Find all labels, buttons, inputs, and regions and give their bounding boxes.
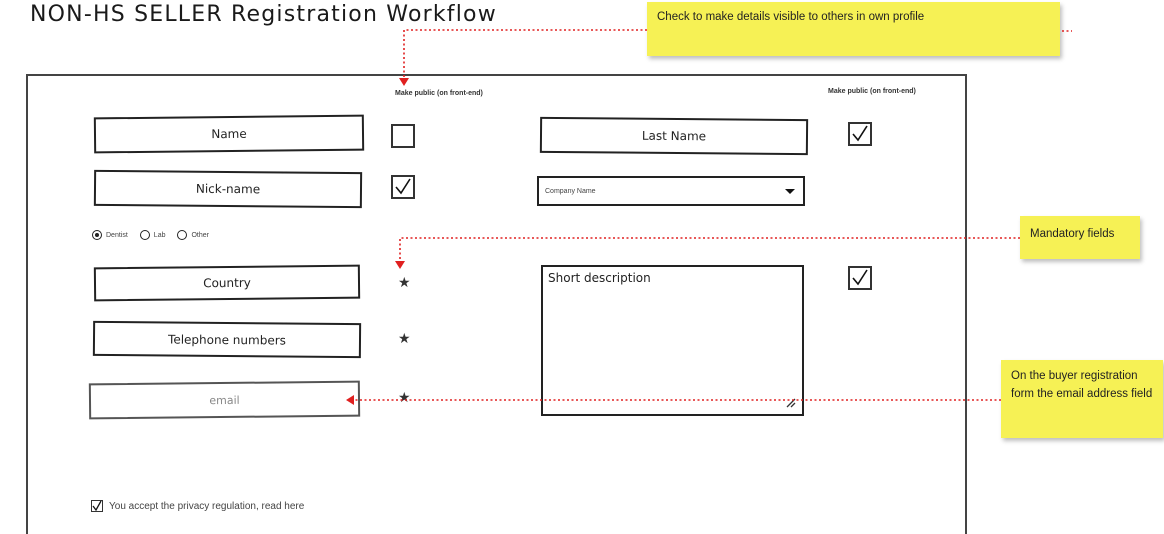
role-option-label: Lab [153, 231, 166, 239]
last-name-public-checkbox[interactable] [848, 122, 872, 146]
checkmark-icon [852, 125, 868, 142]
page-title: NON-HS SELLER Registration Workflow [30, 2, 497, 27]
company-name-select-value: Company Name [545, 187, 596, 195]
checkmark-icon [395, 178, 411, 195]
role-option-label: Other [191, 231, 209, 239]
role-radio-group: Dentist Lab Other [92, 230, 209, 240]
role-option-dentist[interactable]: Dentist [92, 230, 128, 240]
name-public-checkbox[interactable] [391, 124, 415, 148]
description-public-checkbox[interactable] [848, 266, 872, 290]
make-public-header-left: Make public (on front-end) [395, 90, 483, 97]
role-option-other[interactable]: Other [177, 230, 209, 240]
note-make-public: Check to make details visible to others … [647, 2, 1060, 56]
name-field[interactable]: Name [93, 114, 365, 154]
email-field[interactable]: email [88, 380, 361, 420]
short-description-placeholder: Short description [548, 271, 651, 285]
privacy-checkbox[interactable] [91, 500, 103, 512]
country-field[interactable]: Country [93, 264, 361, 302]
last-name-field[interactable]: Last Name [539, 116, 809, 156]
company-name-select[interactable]: Company Name [537, 176, 805, 206]
nickname-field[interactable]: Nick-name [93, 169, 363, 209]
short-description-textarea[interactable]: Short description [541, 265, 804, 416]
radio-icon [139, 230, 150, 240]
privacy-label: You accept the privacy regulation, read … [109, 500, 305, 512]
role-option-label: Dentist [106, 231, 128, 239]
note-email-field: On the buyer registration form the email… [1001, 360, 1163, 438]
mandatory-star-icon: ★ [398, 275, 411, 291]
role-option-lab[interactable]: Lab [139, 230, 166, 240]
checkmark-icon [852, 269, 868, 286]
note-mandatory-fields: Mandatory fields [1020, 216, 1140, 259]
checkmark-icon [92, 501, 102, 511]
make-public-header-right: Make public (on front-end) [828, 88, 916, 95]
mandatory-star-icon: ★ [398, 331, 411, 347]
privacy-consent[interactable]: You accept the privacy regulation, read … [91, 500, 304, 512]
mandatory-star-icon: ★ [398, 390, 411, 406]
resize-handle-icon[interactable] [786, 398, 796, 408]
radio-icon [177, 230, 188, 240]
telephone-field[interactable]: Telephone numbers [92, 320, 362, 359]
arrow-make-public [403, 29, 647, 80]
radio-selected-icon [92, 230, 102, 240]
chevron-down-icon [785, 188, 795, 194]
nickname-public-checkbox[interactable] [391, 175, 415, 199]
